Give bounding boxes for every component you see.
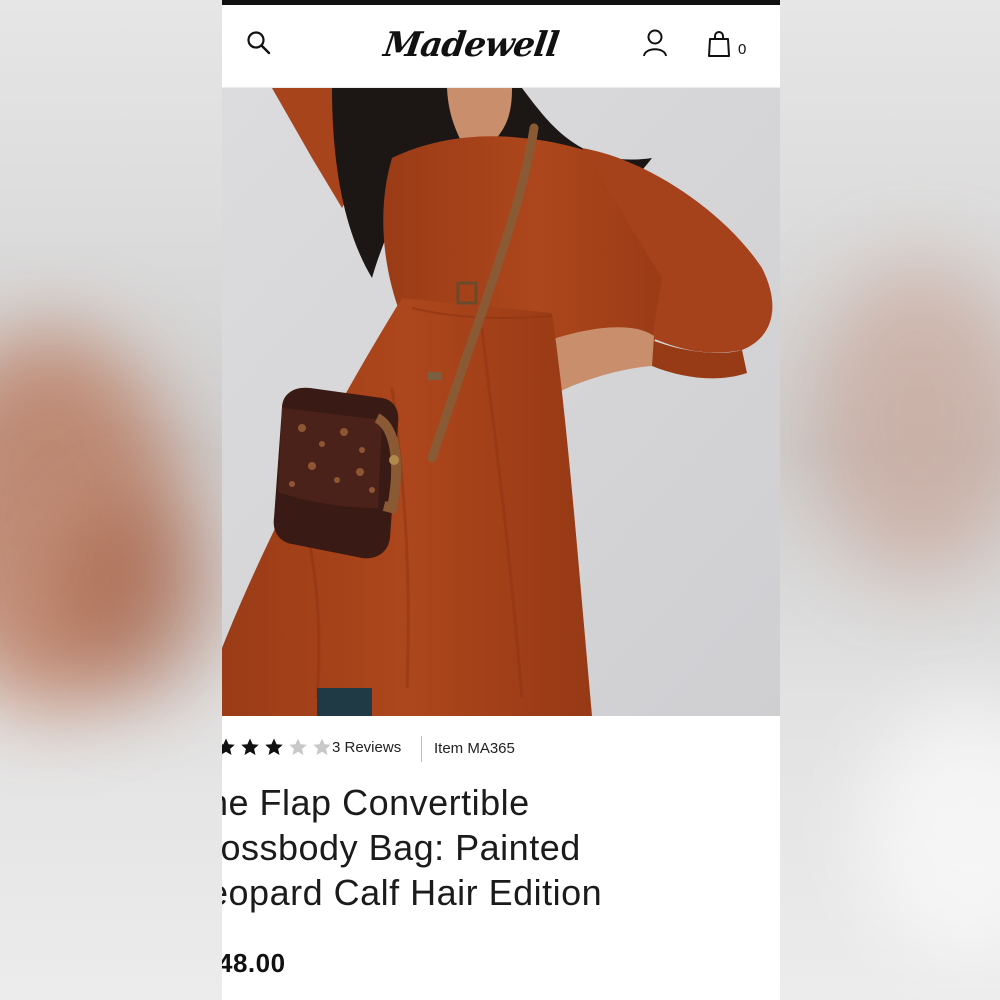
item-number: Item MA365: [434, 740, 515, 757]
product-page: Madewell 0 3 Reviews Item MA365 he Flap …: [222, 0, 780, 1000]
star-empty-icon: [313, 738, 331, 755]
star-filled-icon: [265, 738, 283, 755]
product-meta-row: 3 Reviews Item MA365: [222, 736, 780, 762]
site-header: Madewell 0: [222, 5, 780, 88]
product-title-line: eopard Calf Hair Edition: [222, 872, 603, 913]
product-title: he Flap Convertible rossbody Bag: Painte…: [222, 780, 768, 915]
star-filled-icon: [241, 738, 259, 755]
product-price: 48.00: [222, 948, 286, 978]
star-empty-icon: [289, 738, 307, 755]
shopping-bag-icon[interactable]: [708, 31, 730, 57]
brand-logo-text: Madewell: [381, 25, 561, 65]
blurred-backdrop-right: [780, 0, 1000, 1000]
rating-stars[interactable]: [222, 737, 332, 757]
star-filled-icon: [222, 738, 235, 755]
product-hero-image[interactable]: [222, 88, 780, 716]
bag-count[interactable]: 0: [738, 41, 746, 58]
model-photo: [222, 88, 780, 716]
brand-logo[interactable]: Madewell: [381, 21, 560, 69]
reviews-link[interactable]: 3 Reviews: [332, 739, 401, 756]
account-icon[interactable]: [642, 29, 668, 57]
search-icon[interactable]: [246, 30, 272, 56]
blurred-backdrop-left: [0, 0, 222, 1000]
product-title-line: he Flap Convertible: [222, 782, 530, 823]
meta-divider: [421, 736, 422, 762]
product-title-line: rossbody Bag: Painted: [222, 827, 581, 868]
